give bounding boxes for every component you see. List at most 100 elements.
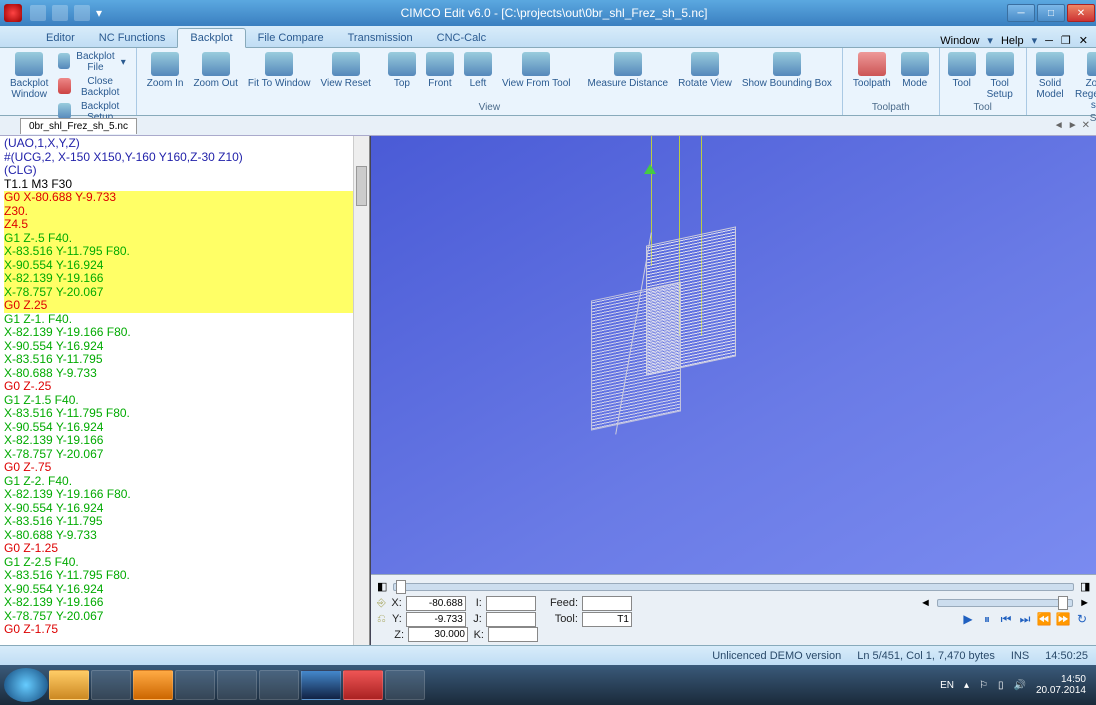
coord-z-field[interactable] <box>408 627 468 642</box>
view-left-button[interactable]: Left <box>460 50 496 91</box>
tab-nc-functions[interactable]: NC Functions <box>87 29 178 47</box>
document-tab[interactable]: 0br_shl_Frez_sh_5.nc <box>20 118 137 134</box>
code-line[interactable]: X-90.554 Y-16.924 <box>4 421 365 435</box>
bounding-box-button[interactable]: Show Bounding Box <box>738 50 836 91</box>
3d-view[interactable] <box>371 136 1096 574</box>
regenerate-solid-button[interactable]: Zoom / Regenerate solid <box>1069 50 1096 113</box>
code-line[interactable]: X-82.139 Y-19.166 F80. <box>4 488 365 502</box>
coord-j-field[interactable] <box>486 612 536 627</box>
feed-field[interactable] <box>582 596 632 611</box>
speed-plus-icon[interactable]: ► <box>1079 597 1090 609</box>
tray-vol-icon[interactable]: 🔊 <box>1013 680 1025 691</box>
speed-minus-icon[interactable]: ◄ <box>920 597 931 609</box>
code-line[interactable]: X-82.139 Y-19.166 F80. <box>4 326 365 340</box>
code-line[interactable]: Z30. <box>4 205 365 219</box>
skip-fwd-button[interactable]: ⏩ <box>1055 611 1071 627</box>
tray-up-icon[interactable]: ▴ <box>964 680 969 691</box>
code-line[interactable]: (UAO,1,X,Y,Z) <box>4 137 365 151</box>
qat-print-icon[interactable] <box>74 5 90 21</box>
code-line[interactable]: G0 Z.25 <box>4 299 365 313</box>
window-menu[interactable]: Window <box>940 35 979 47</box>
tab-file-compare[interactable]: File Compare <box>246 29 336 47</box>
view-from-tool-button[interactable]: View From Tool <box>498 50 575 91</box>
timeline-slider[interactable] <box>393 583 1074 591</box>
tab-transmission[interactable]: Transmission <box>336 29 425 47</box>
tab-backplot[interactable]: Backplot <box>177 28 245 48</box>
tab-cnc-calc[interactable]: CNC-Calc <box>425 29 499 47</box>
skip-back-button[interactable]: ⏪ <box>1036 611 1052 627</box>
taskbar-cimco-icon[interactable] <box>343 670 383 700</box>
doc-nav-right-icon[interactable]: ► <box>1068 120 1078 131</box>
code-line[interactable]: G0 X-80.688 Y-9.733 <box>4 191 365 205</box>
taskbar-app1-icon[interactable] <box>91 670 131 700</box>
coord-i-field[interactable] <box>486 596 536 611</box>
code-line[interactable]: T1.1 M3 F30 <box>4 178 365 192</box>
step-back-button[interactable]: ⏮ <box>998 611 1014 627</box>
solid-model-button[interactable]: Solid Model <box>1033 50 1068 102</box>
qat-new-icon[interactable] <box>30 5 46 21</box>
mdi-minimize-icon[interactable]: ─ <box>1045 35 1053 47</box>
code-line[interactable]: X-82.139 Y-19.166 <box>4 596 365 610</box>
code-line[interactable]: G0 Z-1.75 <box>4 623 365 637</box>
taskbar-explorer-icon[interactable] <box>49 670 89 700</box>
code-line[interactable]: X-78.757 Y-20.067 <box>4 610 365 624</box>
code-line[interactable]: X-90.554 Y-16.924 <box>4 502 365 516</box>
system-tray[interactable]: EN ▴ ⚐ ▯ 🔊 14:50 20.07.2014 <box>940 674 1092 696</box>
code-line[interactable]: (CLG) <box>4 164 365 178</box>
taskbar-app3-icon[interactable] <box>301 670 341 700</box>
code-line[interactable]: G1 Z-2. F40. <box>4 475 365 489</box>
start-button[interactable] <box>4 668 48 702</box>
nc-code-listing[interactable]: (UAO,1,X,Y,Z)#(UCG,2, X-150 X150,Y-160 Y… <box>0 136 369 638</box>
tool-field[interactable] <box>582 612 632 627</box>
zoom-in-button[interactable]: Zoom In <box>143 50 188 91</box>
code-line[interactable]: X-83.516 Y-11.795 <box>4 515 365 529</box>
code-line[interactable]: X-78.757 Y-20.067 <box>4 448 365 462</box>
loop-button[interactable]: ↻ <box>1074 611 1090 627</box>
mode-button[interactable]: Mode <box>897 50 933 91</box>
doc-nav-left-icon[interactable]: ◄ <box>1054 120 1064 131</box>
mdi-close-icon[interactable]: ✕ <box>1079 34 1088 47</box>
taskbar-calc-icon[interactable] <box>259 670 299 700</box>
mdi-restore-icon[interactable]: ❐ <box>1061 34 1071 47</box>
pause-button[interactable]: ⏸ <box>979 611 995 627</box>
code-line[interactable]: X-82.139 Y-19.166 <box>4 272 365 286</box>
zoom-out-button[interactable]: Zoom Out <box>189 50 241 91</box>
backplot-window-button[interactable]: Backplot Window <box>6 50 52 102</box>
fit-window-button[interactable]: Fit To Window <box>244 50 315 91</box>
code-line[interactable]: G0 Z-.25 <box>4 380 365 394</box>
close-button[interactable]: ✕ <box>1067 4 1095 22</box>
help-menu[interactable]: Help <box>1001 35 1024 47</box>
doc-close-icon[interactable]: ✕ <box>1082 120 1090 131</box>
close-backplot-button[interactable]: Close Backplot <box>54 75 129 99</box>
view-top-button[interactable]: Top <box>384 50 420 91</box>
play-button[interactable]: ▶ <box>960 611 976 627</box>
code-line[interactable]: X-90.554 Y-16.924 <box>4 340 365 354</box>
measure-distance-button[interactable]: Measure Distance <box>583 50 672 91</box>
speed-slider[interactable] <box>937 599 1073 607</box>
timeline-start-icon[interactable]: ◧ <box>377 580 387 593</box>
taskbar-ie-icon[interactable] <box>217 670 257 700</box>
taskbar-paint-icon[interactable] <box>385 670 425 700</box>
backplot-file-button[interactable]: Backplot File▾ <box>54 50 129 74</box>
maximize-button[interactable]: □ <box>1037 4 1065 22</box>
code-line[interactable]: X-90.554 Y-16.924 <box>4 583 365 597</box>
code-scrollbar[interactable] <box>353 136 369 645</box>
coord-y-field[interactable] <box>406 612 466 627</box>
code-line[interactable]: G0 Z-1.25 <box>4 542 365 556</box>
code-line[interactable]: G1 Z-1.5 F40. <box>4 394 365 408</box>
toolpath-button[interactable]: Toolpath <box>849 50 895 91</box>
code-line[interactable]: G1 Z-2.5 F40. <box>4 556 365 570</box>
taskbar-app2-icon[interactable] <box>133 670 173 700</box>
qat-save-icon[interactable] <box>52 5 68 21</box>
timeline-end-icon[interactable]: ◨ <box>1080 580 1090 593</box>
code-line[interactable]: X-83.516 Y-11.795 F80. <box>4 569 365 583</box>
code-line[interactable]: X-90.554 Y-16.924 <box>4 259 365 273</box>
tray-flag-icon[interactable]: ⚐ <box>979 680 988 691</box>
tray-net-icon[interactable]: ▯ <box>998 680 1004 691</box>
code-line[interactable]: #(UCG,2, X-150 X150,Y-160 Y160,Z-30 Z10) <box>4 151 365 165</box>
code-line[interactable]: X-83.516 Y-11.795 F80. <box>4 245 365 259</box>
code-line[interactable]: G1 Z-.5 F40. <box>4 232 365 246</box>
lock-icon[interactable]: ⎆ <box>377 597 386 610</box>
minimize-button[interactable]: ─ <box>1007 4 1035 22</box>
code-line[interactable]: G0 Z-.75 <box>4 461 365 475</box>
